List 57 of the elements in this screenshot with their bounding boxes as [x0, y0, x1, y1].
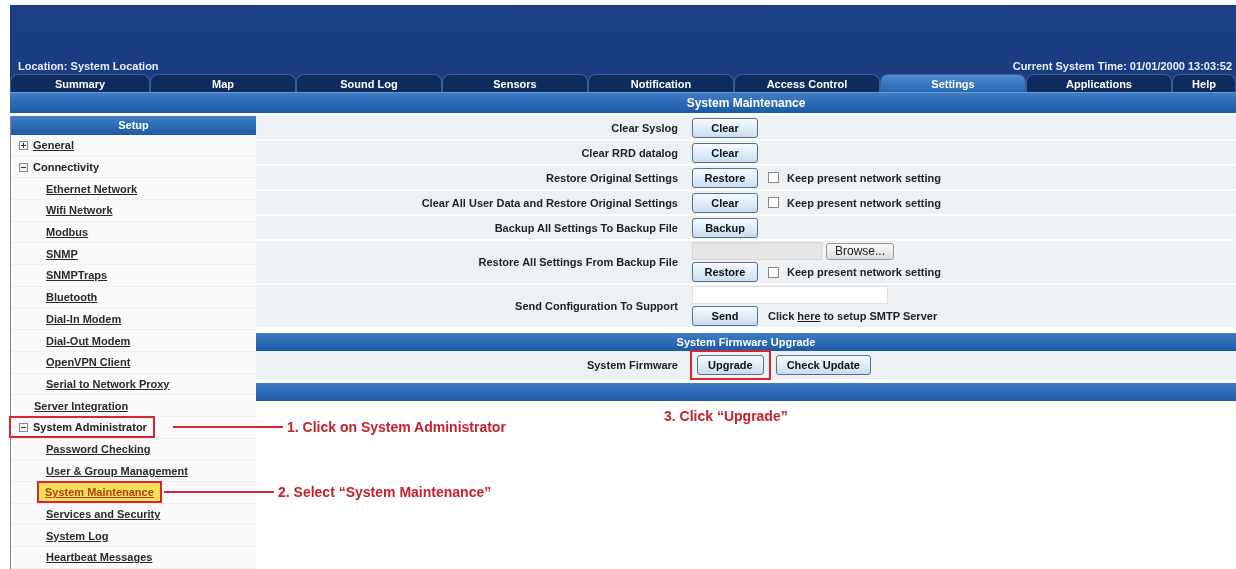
setting-label: Restore Original Settings — [545, 171, 678, 184]
file-path-field[interactable] — [692, 242, 822, 260]
checkbox-label: Keep present network setting — [787, 196, 942, 209]
checkbox[interactable] — [768, 197, 779, 208]
firmware-button[interactable]: Upgrade — [697, 355, 764, 375]
sidebar-link[interactable]: Bluetooth — [44, 290, 100, 305]
nav-tab[interactable]: Summary — [10, 74, 150, 92]
checkbox[interactable] — [768, 172, 779, 183]
nav-tab[interactable]: Settings — [880, 74, 1026, 92]
sidebar-link[interactable]: Modbus — [44, 225, 91, 240]
collapse-icon[interactable] — [19, 422, 28, 432]
annotation-text: 2. Select “System Maintenance” — [278, 484, 492, 501]
sidebar-link[interactable]: Wifi Network — [44, 203, 115, 218]
setting-label: Restore All Settings From Backup File — [478, 256, 678, 268]
nav-tab[interactable]: Sound Log — [296, 74, 442, 92]
system-time: Current System Time: 01/01/2000 13:03:52 — [1012, 59, 1232, 73]
setting-label: Backup All Settings To Backup File — [494, 221, 678, 234]
setting-label: Clear Syslog — [611, 121, 678, 134]
expand-icon[interactable] — [19, 140, 28, 150]
sidebar-item[interactable]: General — [33, 139, 74, 152]
nav-tab[interactable]: Help — [1172, 74, 1236, 92]
sidebar-link[interactable]: SNMP — [44, 246, 80, 261]
input-field[interactable] — [692, 286, 888, 304]
action-button[interactable]: Clear — [692, 192, 758, 213]
action-button[interactable]: Backup — [692, 217, 758, 238]
sidebar-link[interactable]: System Maintenance — [39, 483, 160, 502]
nav-tab[interactable]: Sensors — [442, 74, 588, 92]
annotation-text: 3. Click “Upgrade” — [664, 408, 788, 424]
section-title: System Firmware Upgrade — [676, 336, 816, 348]
setting-label: Clear RRD datalog — [581, 146, 678, 159]
annotation-text: 1. Click on System Administrator — [287, 419, 506, 436]
nav-tab[interactable]: Access Control — [734, 74, 880, 92]
setting-label: System Firmware — [586, 359, 678, 371]
setting-label: Clear All User Data and Restore Original Settings — [421, 196, 678, 209]
sidebar-item[interactable]: Connectivity — [33, 161, 99, 174]
nav-tab[interactable]: Applications — [1026, 74, 1172, 92]
setting-label: Send Configuration To Support — [515, 300, 678, 312]
checkbox-label: Keep present network setting — [787, 171, 942, 184]
sidebar-link[interactable]: System Log — [44, 528, 111, 543]
action-button[interactable]: Send — [692, 306, 758, 326]
action-button[interactable]: Restore — [692, 167, 758, 188]
here-link[interactable]: here — [797, 310, 821, 322]
firmware-button[interactable]: Check Update — [775, 355, 871, 375]
collapse-icon[interactable] — [19, 162, 28, 172]
action-button[interactable]: Clear — [692, 117, 758, 138]
smtp-note: Click here to setup SMTP Server — [768, 310, 938, 322]
sidebar-link[interactable]: SNMPTraps — [44, 268, 110, 283]
nav-tab[interactable]: Notification — [588, 74, 734, 92]
checkbox[interactable] — [768, 266, 779, 278]
action-button[interactable]: Restore — [692, 262, 758, 282]
action-button[interactable]: Clear — [692, 142, 758, 163]
location-label: Location: System Location — [18, 59, 159, 73]
sidebar-header: Setup — [11, 116, 256, 135]
browse-button[interactable]: Browse... — [826, 242, 894, 260]
checkbox-label: Keep present network setting — [787, 266, 942, 278]
page-title: System Maintenance — [685, 96, 807, 110]
nav-tab[interactable]: Map — [150, 74, 296, 92]
